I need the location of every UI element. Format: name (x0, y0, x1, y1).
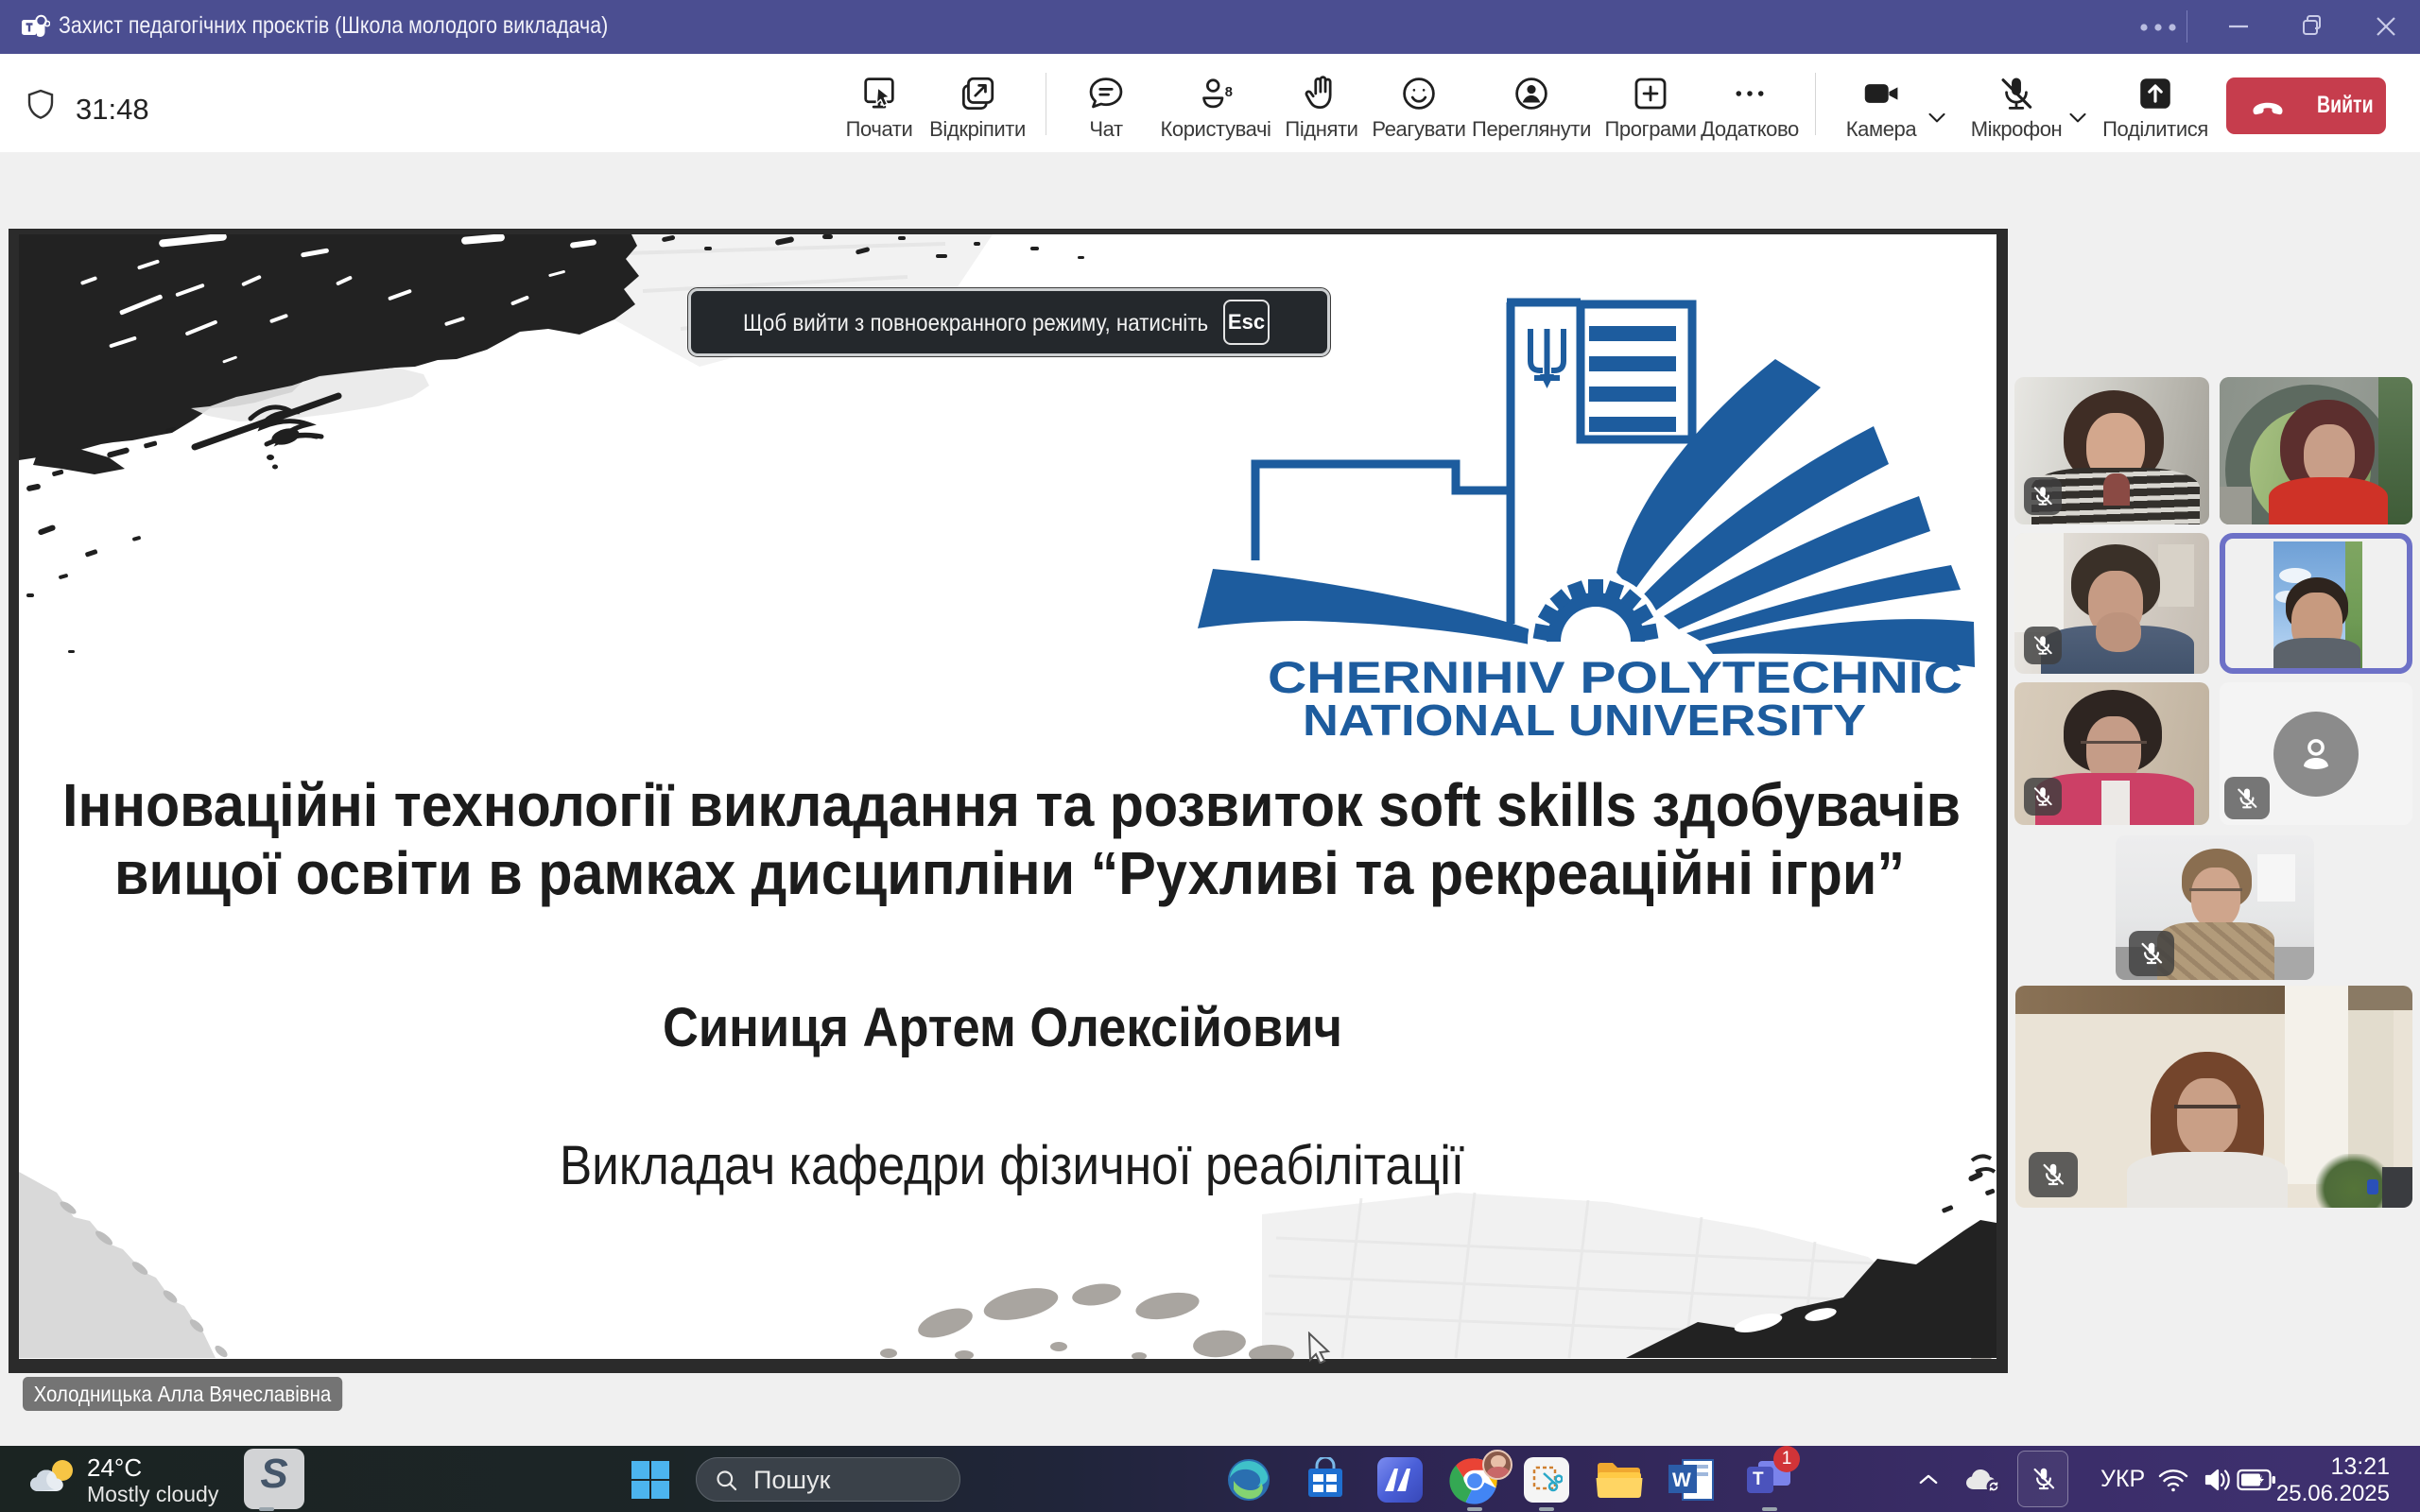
svg-text:NATIONAL UNIVERSITY: NATIONAL UNIVERSITY (1303, 696, 1866, 745)
svg-text:8: 8 (1225, 85, 1233, 100)
